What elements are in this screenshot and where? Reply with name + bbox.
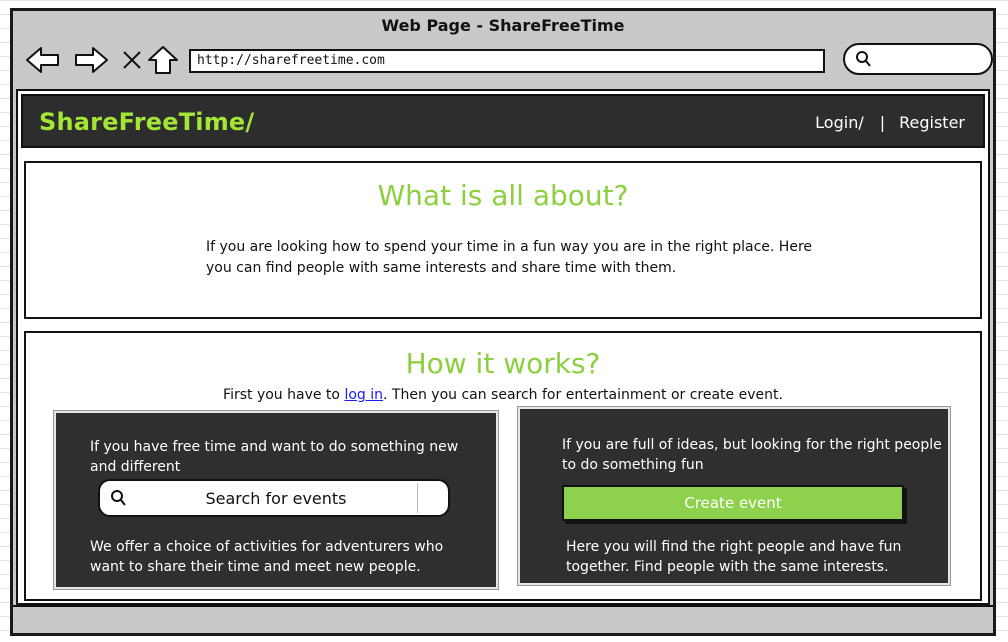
about-title: What is all about? (377, 179, 629, 212)
search-card-top-text: If you have free time and want to do som… (90, 439, 459, 475)
forward-arrow-icon[interactable] (73, 45, 109, 75)
register-link[interactable]: Register (899, 113, 965, 132)
browser-window: Web Page - ShareFreeTime http://sharefre… (10, 8, 996, 636)
create-event-button[interactable]: Create event (562, 485, 904, 521)
search-icon (855, 50, 873, 68)
create-event-card: If you are full of ideas, but looking fo… (517, 406, 951, 586)
site-header: ShareFreeTime/ Login/ | Register (21, 94, 985, 148)
intro-text-before: First you have to (223, 387, 345, 403)
header-auth-links: Login/ | Register (815, 113, 965, 132)
search-events-card: If you have free time and want to do som… (53, 410, 499, 590)
window-title: Web Page - ShareFreeTime (381, 16, 625, 35)
home-icon[interactable] (147, 45, 179, 75)
login-link[interactable]: Login/ (815, 113, 864, 132)
status-bar (13, 605, 993, 633)
page-content: ShareFreeTime/ Login/ | Register What is a… (16, 89, 990, 605)
browser-toolbar: http://sharefreetime.com (13, 39, 993, 85)
back-arrow-icon[interactable] (25, 45, 61, 75)
site-logo[interactable]: ShareFreeTime/ (39, 108, 254, 136)
intro-text-after: . Then you can search for entertainment … (383, 387, 783, 403)
search-events-label: Search for events (205, 489, 347, 508)
create-card-top-text: If you are full of ideas, but looking fo… (562, 437, 942, 473)
login-inline-link[interactable]: log in (344, 387, 383, 403)
how-it-works-section: How it works? First you have to log in. … (24, 331, 982, 601)
how-intro: First you have to log in. Then you can s… (26, 387, 980, 403)
browser-search-field[interactable] (843, 43, 993, 75)
how-title: How it works? (405, 347, 601, 380)
search-events-input[interactable]: Search for events (98, 479, 450, 517)
search-divider (417, 483, 418, 513)
create-card-bottom-text: Here you will find the right people and … (566, 539, 902, 575)
search-card-bottom-text: We offer a choice of activities for adve… (90, 539, 444, 575)
header-separator: | (879, 113, 886, 132)
about-text: If you are looking how to spend your tim… (206, 239, 813, 276)
stop-x-icon[interactable] (119, 45, 145, 75)
about-section: What is all about? If you are looking ho… (24, 161, 982, 319)
search-icon (110, 489, 128, 507)
url-address-bar[interactable]: http://sharefreetime.com (189, 49, 825, 73)
